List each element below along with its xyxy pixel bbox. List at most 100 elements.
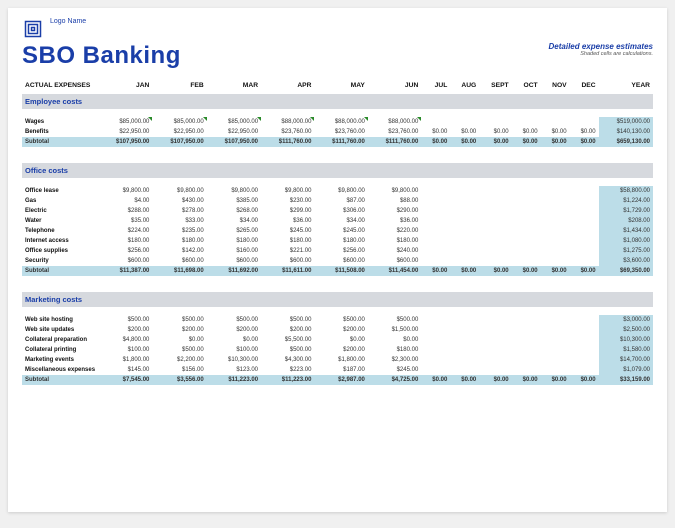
cell[interactable]: [421, 206, 450, 216]
cell[interactable]: $4,800.00: [98, 335, 152, 345]
cell[interactable]: [512, 117, 541, 127]
cell[interactable]: $9,800.00: [207, 186, 261, 196]
cell[interactable]: $34.00: [314, 216, 367, 226]
cell[interactable]: [570, 246, 599, 256]
cell[interactable]: [541, 355, 570, 365]
cell[interactable]: [479, 335, 511, 345]
cell[interactable]: [570, 256, 599, 266]
cell[interactable]: $180.00: [261, 236, 314, 246]
cell[interactable]: $245.00: [368, 365, 421, 375]
cell[interactable]: $10,300.00: [207, 355, 261, 365]
cell[interactable]: [541, 256, 570, 266]
cell[interactable]: $88,000.00: [314, 117, 367, 127]
cell[interactable]: [512, 236, 541, 246]
cell[interactable]: [541, 325, 570, 335]
cell[interactable]: $290.00: [368, 206, 421, 216]
cell[interactable]: $22,950.00: [152, 127, 206, 137]
cell[interactable]: $0.00: [368, 335, 421, 345]
cell[interactable]: $200.00: [152, 325, 206, 335]
cell[interactable]: $5,500.00: [261, 335, 314, 345]
cell[interactable]: $33.00: [152, 216, 206, 226]
cell[interactable]: $256.00: [98, 246, 152, 256]
cell[interactable]: [479, 226, 511, 236]
cell[interactable]: [479, 246, 511, 256]
cell[interactable]: [512, 325, 541, 335]
cell[interactable]: $268.00: [207, 206, 261, 216]
cell[interactable]: $0.00: [512, 127, 541, 137]
cell[interactable]: $306.00: [314, 206, 367, 216]
cell[interactable]: $500.00: [152, 315, 206, 325]
cell[interactable]: $22,950.00: [98, 127, 152, 137]
cell[interactable]: [512, 216, 541, 226]
cell[interactable]: [421, 186, 450, 196]
cell[interactable]: $35.00: [98, 216, 152, 226]
cell[interactable]: [512, 365, 541, 375]
cell[interactable]: [541, 365, 570, 375]
cell[interactable]: [570, 186, 599, 196]
cell[interactable]: $220.00: [368, 226, 421, 236]
cell[interactable]: [421, 365, 450, 375]
cell[interactable]: $156.00: [152, 365, 206, 375]
cell[interactable]: $87.00: [314, 196, 367, 206]
cell[interactable]: [512, 335, 541, 345]
cell[interactable]: $23,760.00: [368, 127, 421, 137]
cell[interactable]: $200.00: [98, 325, 152, 335]
cell[interactable]: [450, 206, 479, 216]
cell[interactable]: $1,800.00: [314, 355, 367, 365]
cell[interactable]: $256.00: [314, 246, 367, 256]
cell[interactable]: $180.00: [368, 236, 421, 246]
cell[interactable]: $200.00: [314, 325, 367, 335]
cell[interactable]: [479, 196, 511, 206]
cell[interactable]: $500.00: [207, 315, 261, 325]
cell[interactable]: $265.00: [207, 226, 261, 236]
cell[interactable]: [570, 345, 599, 355]
cell[interactable]: [450, 256, 479, 266]
cell[interactable]: $0.00: [207, 335, 261, 345]
cell[interactable]: [541, 206, 570, 216]
cell[interactable]: $88,000.00: [368, 117, 421, 127]
cell[interactable]: [512, 315, 541, 325]
cell[interactable]: [479, 325, 511, 335]
cell[interactable]: $4,300.00: [261, 355, 314, 365]
cell[interactable]: $36.00: [261, 216, 314, 226]
cell[interactable]: $9,800.00: [368, 186, 421, 196]
cell[interactable]: $0.00: [152, 335, 206, 345]
cell[interactable]: [421, 216, 450, 226]
cell[interactable]: $0.00: [421, 127, 450, 137]
cell[interactable]: $9,800.00: [261, 186, 314, 196]
cell[interactable]: [541, 246, 570, 256]
cell[interactable]: [421, 256, 450, 266]
cell[interactable]: $88,000.00: [261, 117, 314, 127]
cell[interactable]: [541, 226, 570, 236]
cell[interactable]: $600.00: [314, 256, 367, 266]
cell[interactable]: [570, 196, 599, 206]
cell[interactable]: [570, 355, 599, 365]
cell[interactable]: $245.00: [314, 226, 367, 236]
cell[interactable]: $145.00: [98, 365, 152, 375]
cell[interactable]: $385.00: [207, 196, 261, 206]
cell[interactable]: [479, 365, 511, 375]
cell[interactable]: $23,760.00: [314, 127, 367, 137]
cell[interactable]: $85,000.00: [98, 117, 152, 127]
cell[interactable]: [541, 315, 570, 325]
cell[interactable]: $100.00: [207, 345, 261, 355]
cell[interactable]: [570, 216, 599, 226]
cell[interactable]: [512, 206, 541, 216]
cell[interactable]: [421, 325, 450, 335]
cell[interactable]: [541, 345, 570, 355]
cell[interactable]: $0.00: [450, 127, 479, 137]
cell[interactable]: $180.00: [314, 236, 367, 246]
cell[interactable]: [450, 325, 479, 335]
cell[interactable]: $299.00: [261, 206, 314, 216]
cell[interactable]: [570, 335, 599, 345]
cell[interactable]: [450, 335, 479, 345]
cell[interactable]: $600.00: [152, 256, 206, 266]
cell[interactable]: [541, 216, 570, 226]
cell[interactable]: $2,300.00: [368, 355, 421, 365]
cell[interactable]: [479, 345, 511, 355]
cell[interactable]: [450, 236, 479, 246]
cell[interactable]: $500.00: [98, 315, 152, 325]
cell[interactable]: $85,000.00: [207, 117, 261, 127]
cell[interactable]: [421, 117, 450, 127]
cell[interactable]: $224.00: [98, 226, 152, 236]
